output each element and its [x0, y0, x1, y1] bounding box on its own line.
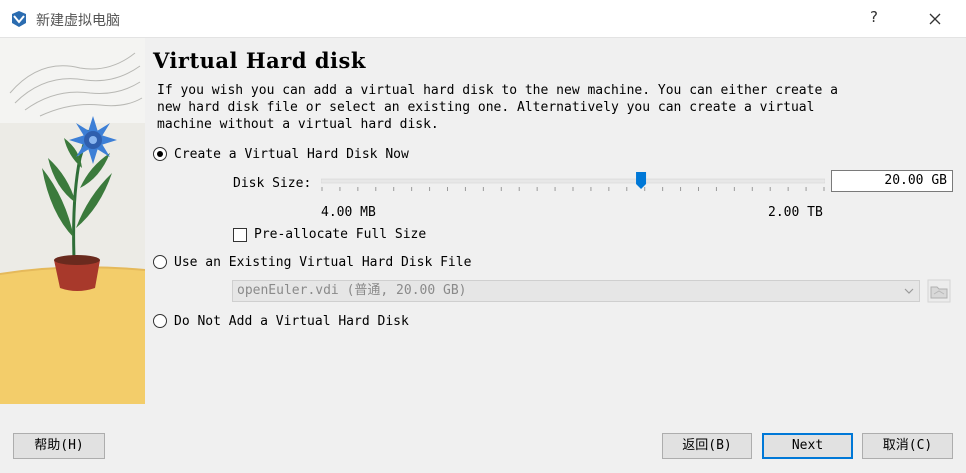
slider-handle — [636, 172, 647, 189]
preallocate-option[interactable]: Pre-allocate Full Size — [233, 227, 426, 242]
title-bar: 新建虚拟电脑 ? — [0, 0, 966, 38]
existing-disk-value: openEuler.vdi (普通, 20.00 GB) — [237, 283, 467, 298]
existing-disk-option[interactable]: Use an Existing Virtual Hard Disk File — [153, 253, 471, 271]
disk-size-slider[interactable] — [321, 171, 825, 195]
virtualbox-icon — [12, 11, 26, 27]
chevron-down-icon — [904, 288, 914, 294]
create-disk-radio[interactable] — [153, 147, 167, 161]
preallocate-checkbox[interactable] — [233, 227, 247, 242]
disk-size-min-label: 4.00 MB — [321, 205, 376, 220]
no-disk-label: Do Not Add a Virtual Hard Disk — [174, 313, 409, 329]
close-icon[interactable] — [922, 6, 948, 32]
preallocate-label: Pre-allocate Full Size — [254, 227, 427, 242]
help-question-button[interactable]: ? — [870, 8, 878, 26]
window-title: 新建虚拟电脑 — [36, 13, 120, 29]
existing-disk-label: Use an Existing Virtual Hard Disk File — [174, 254, 472, 270]
create-disk-label: Create a Virtual Hard Disk Now — [174, 146, 409, 162]
folder-icon[interactable] — [927, 279, 951, 303]
cancel-button[interactable]: 取消(C) — [862, 433, 953, 459]
button-bar: 帮助(H) 返回(B) Next 取消(C) — [0, 421, 966, 473]
page-description: If you wish you can add a virtual hard d… — [157, 83, 838, 132]
disk-size-max-label: 2.00 TB — [768, 205, 823, 220]
back-button[interactable]: 返回(B) — [662, 433, 752, 459]
no-disk-radio[interactable] — [153, 314, 167, 328]
wizard-content: Virtual Hard disk If you wish you can ad… — [145, 38, 966, 421]
disk-size-label: Disk Size: — [233, 176, 312, 191]
next-button[interactable]: Next — [762, 433, 853, 459]
page-title: Virtual Hard disk — [153, 48, 366, 73]
existing-disk-select[interactable]: openEuler.vdi (普通, 20.00 GB) — [232, 280, 920, 302]
create-disk-option[interactable]: Create a Virtual Hard Disk Now — [153, 145, 409, 163]
no-disk-option[interactable]: Do Not Add a Virtual Hard Disk — [153, 312, 409, 330]
help-button[interactable]: 帮助(H) — [13, 433, 105, 459]
disk-size-input[interactable]: 20.00 GB — [831, 170, 953, 192]
wizard-illustration — [0, 38, 145, 404]
existing-disk-radio[interactable] — [153, 255, 167, 269]
